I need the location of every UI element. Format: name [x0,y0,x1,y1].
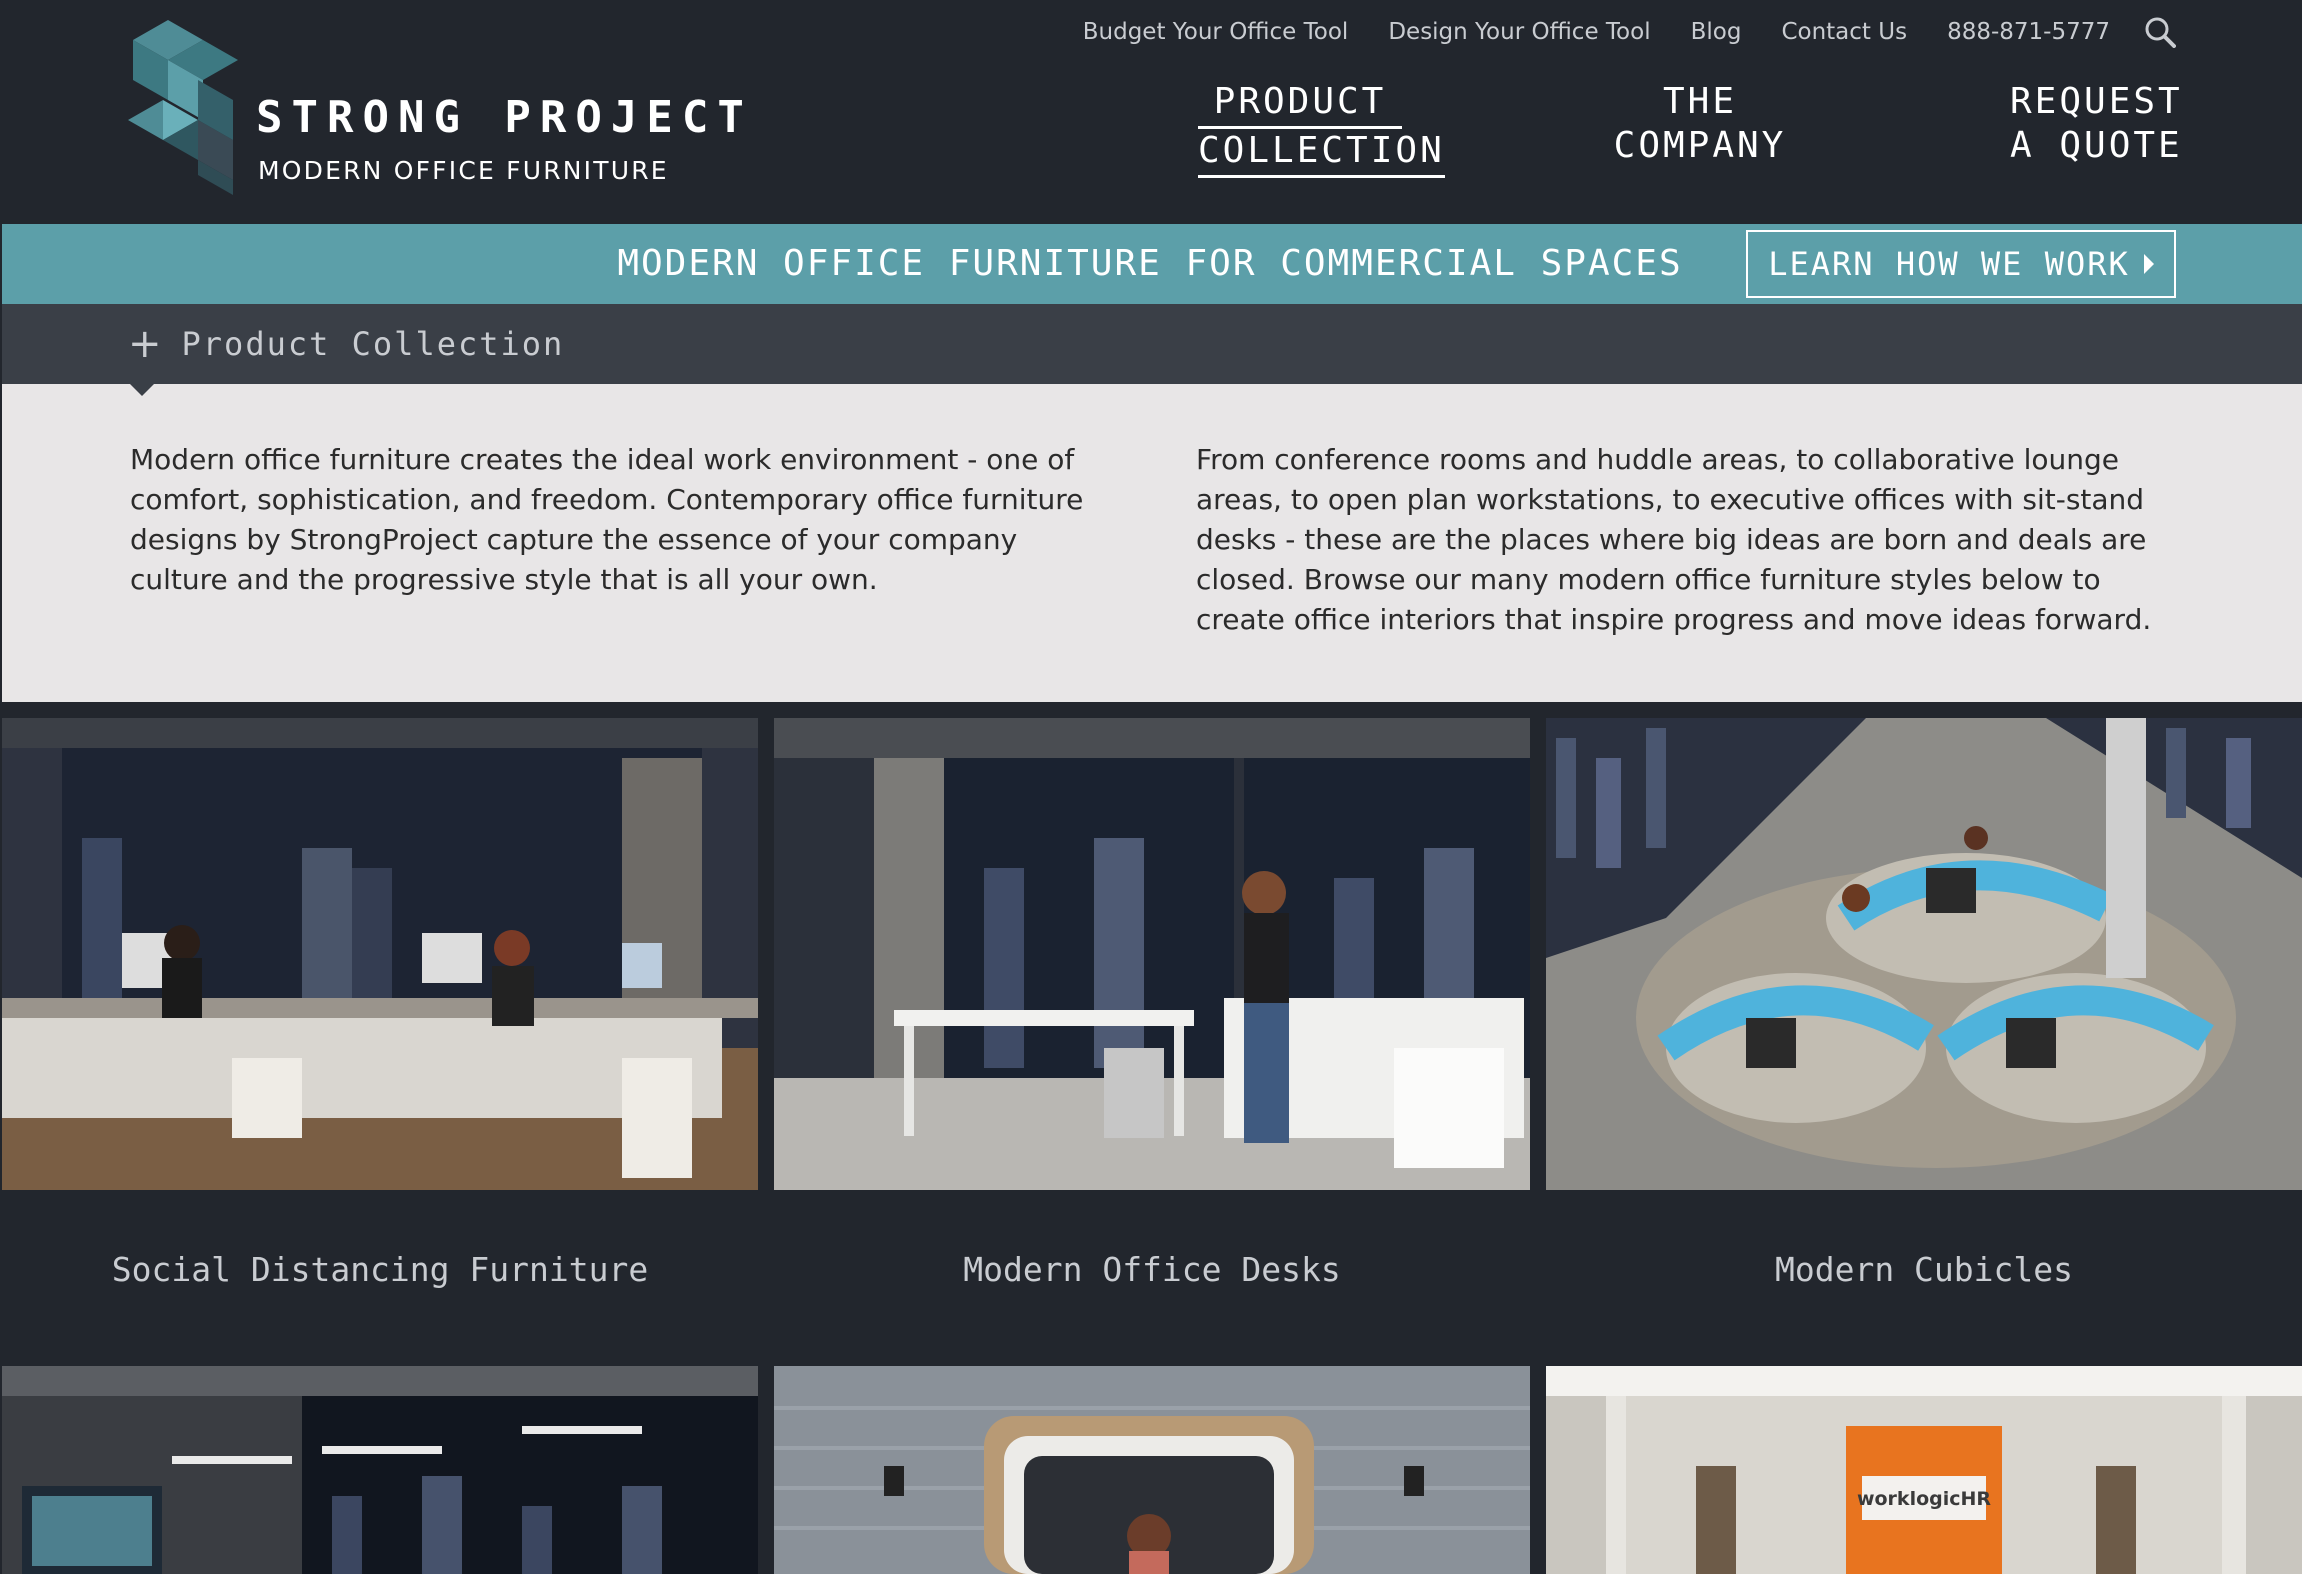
nav-quote-line1: REQUEST [2010,81,2183,122]
product-card-row2-1[interactable] [2,1366,758,1574]
intro-section: Modern office furniture creates the idea… [2,384,2302,702]
utility-nav: Budget Your Office Tool Design Your Offi… [1043,12,2176,52]
design-tool-link[interactable]: Design Your Office Tool [1388,19,1650,45]
nav-the-company[interactable]: THE COMPANY [1610,80,1790,168]
product-title[interactable]: Modern Cubicles [1546,1190,2302,1350]
nav-request-quote[interactable]: REQUEST A QUOTE [2010,80,2180,168]
site-header: STRONG PROJECT MODERN OFFICE FURNITURE B… [0,0,2302,224]
product-card-row2-2[interactable] [774,1366,1530,1574]
product-card-cubicles[interactable]: Modern Cubicles [1546,718,2302,1350]
promo-banner: MODERN OFFICE FURNITURE FOR COMMERCIAL S… [2,224,2302,304]
learn-button-label: LEARN HOW WE WORK [1768,245,2130,283]
product-card-row2-3[interactable]: worklogicHR [1546,1366,2302,1574]
product-card-office-desks[interactable]: Modern Office Desks [774,718,1530,1350]
nav-product-collection[interactable]: PRODUCT COLLECTION [1198,80,1445,178]
product-collection-label: Product Collection [181,325,565,363]
contact-link[interactable]: Contact Us [1781,19,1907,45]
search-icon[interactable] [2144,16,2176,48]
intro-paragraph-2: From conference rooms and huddle areas, … [1196,443,2152,636]
caret-right-icon [2143,254,2154,274]
intro-paragraph-1: Modern office furniture creates the idea… [130,443,1084,596]
nav-quote-line2: A QUOTE [2010,125,2183,166]
blog-link[interactable]: Blog [1691,19,1742,45]
product-title[interactable]: Modern Office Desks [774,1190,1530,1350]
nav-company-line2: COMPANY [1613,125,1787,166]
learn-how-we-work-button[interactable]: LEARN HOW WE WORK [1746,230,2176,298]
nav-product-line2: COLLECTION [1198,129,1445,178]
product-image[interactable]: worklogicHR [1546,1366,2302,1574]
product-image[interactable] [1546,718,2302,1190]
nav-product-line1: PRODUCT [1198,80,1402,129]
product-image[interactable] [2,718,758,1190]
phone-link[interactable]: 888-871-5777 [1947,19,2110,45]
brand-logo[interactable]: STRONG PROJECT MODERN OFFICE FURNITURE [128,20,744,200]
budget-tool-link[interactable]: Budget Your Office Tool [1083,19,1349,45]
product-grid: Social Distancing Furniture Modern Offic… [0,702,2302,1574]
collection-caret-icon [130,384,154,396]
product-card-social-distancing[interactable]: Social Distancing Furniture [2,718,758,1350]
product-image[interactable] [2,1366,758,1574]
product-collection-toggle[interactable]: + Product Collection [128,304,564,384]
row2-sign-text: worklogicHR [1857,1488,1991,1510]
product-collection-bar: + Product Collection [2,304,2302,384]
brand-tagline: MODERN OFFICE FURNITURE [258,156,669,185]
product-title[interactable]: Social Distancing Furniture [2,1190,758,1350]
brand-name: STRONG PROJECT [256,92,753,143]
nav-company-line1: THE [1662,81,1738,122]
plus-icon: + [128,321,162,367]
product-image[interactable] [774,718,1530,1190]
banner-headline-text: MODERN OFFICE FURNITURE FOR COMMERCIAL S… [617,243,1683,284]
product-image[interactable] [774,1366,1530,1574]
logo-mark-icon [128,20,238,195]
